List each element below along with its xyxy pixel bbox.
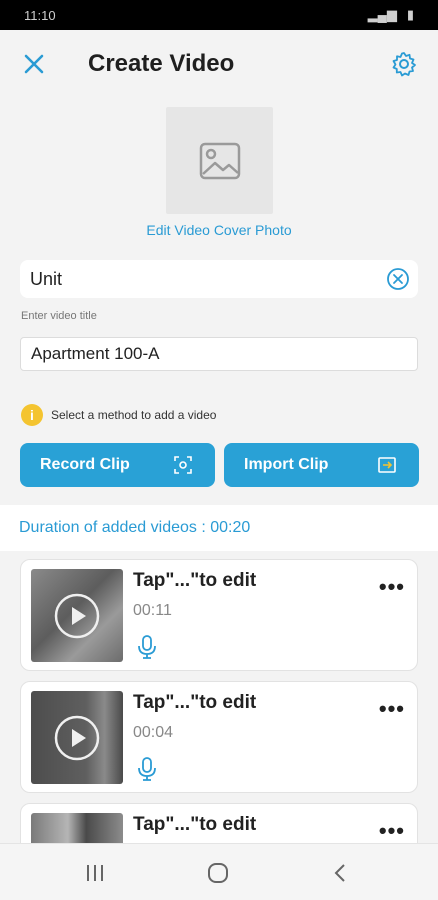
microphone-icon[interactable]	[135, 634, 159, 660]
video-title-value: Apartment 100-A	[31, 344, 160, 363]
more-options-icon[interactable]: •••	[379, 818, 405, 844]
play-icon[interactable]	[54, 715, 100, 761]
info-text: Select a method to add a video	[51, 408, 217, 422]
image-placeholder-icon	[199, 142, 240, 179]
unit-value: Unit	[30, 268, 63, 289]
info-icon: i	[21, 404, 43, 426]
duration-bar: Duration of added videos : 00:20	[0, 505, 438, 551]
clip-card[interactable]: Tap"..."to edit 00:11 •••	[20, 559, 418, 671]
video-title-label: Enter video title	[21, 310, 97, 322]
clip-thumbnail[interactable]	[31, 569, 123, 662]
info-row: i Select a method to add a video	[21, 404, 216, 426]
play-icon[interactable]	[54, 593, 100, 639]
record-clip-label: Record Clip	[40, 456, 130, 473]
duration-text: Duration of added videos : 00:20	[19, 519, 251, 536]
import-icon	[378, 457, 396, 473]
record-clip-button[interactable]: Record Clip	[20, 443, 215, 487]
home-icon[interactable]	[205, 860, 231, 886]
clip-title[interactable]: Tap"..."to edit	[133, 692, 256, 714]
unit-field[interactable]: Unit	[20, 260, 418, 298]
more-options-icon[interactable]: •••	[379, 696, 405, 722]
android-nav-bar	[0, 843, 438, 900]
edit-cover-link[interactable]: Edit Video Cover Photo	[0, 222, 438, 238]
gear-icon[interactable]	[390, 50, 418, 78]
import-clip-button[interactable]: Import Clip	[224, 443, 419, 487]
video-title-input[interactable]: Apartment 100-A	[20, 337, 418, 371]
battery-icon: ▮	[406, 7, 414, 22]
status-icons: ▂▄▆ ▮	[368, 7, 414, 23]
status-time: 11:10	[24, 7, 56, 23]
clip-title[interactable]: Tap"..."to edit	[133, 570, 256, 592]
record-icon	[174, 456, 192, 474]
close-icon[interactable]	[20, 50, 48, 78]
clip-card[interactable]: Tap"..."to edit 00:04 •••	[20, 681, 418, 793]
clip-duration: 00:11	[133, 602, 172, 619]
clip-title[interactable]: Tap"..."to edit	[133, 814, 256, 836]
clip-duration: 00:04	[133, 724, 174, 741]
app-header: Create Video	[0, 30, 438, 100]
import-clip-label: Import Clip	[244, 456, 329, 473]
microphone-icon[interactable]	[135, 756, 159, 782]
page-title: Create Video	[88, 50, 235, 77]
cover-photo[interactable]	[166, 107, 273, 214]
status-bar: 11:10 ▂▄▆ ▮	[0, 0, 438, 30]
recent-apps-icon[interactable]	[82, 860, 108, 886]
back-icon[interactable]	[328, 860, 354, 886]
clear-icon[interactable]	[386, 267, 410, 291]
more-options-icon[interactable]: •••	[379, 574, 405, 600]
signal-icon: ▂▄▆	[367, 7, 397, 22]
clip-thumbnail[interactable]	[31, 691, 123, 784]
